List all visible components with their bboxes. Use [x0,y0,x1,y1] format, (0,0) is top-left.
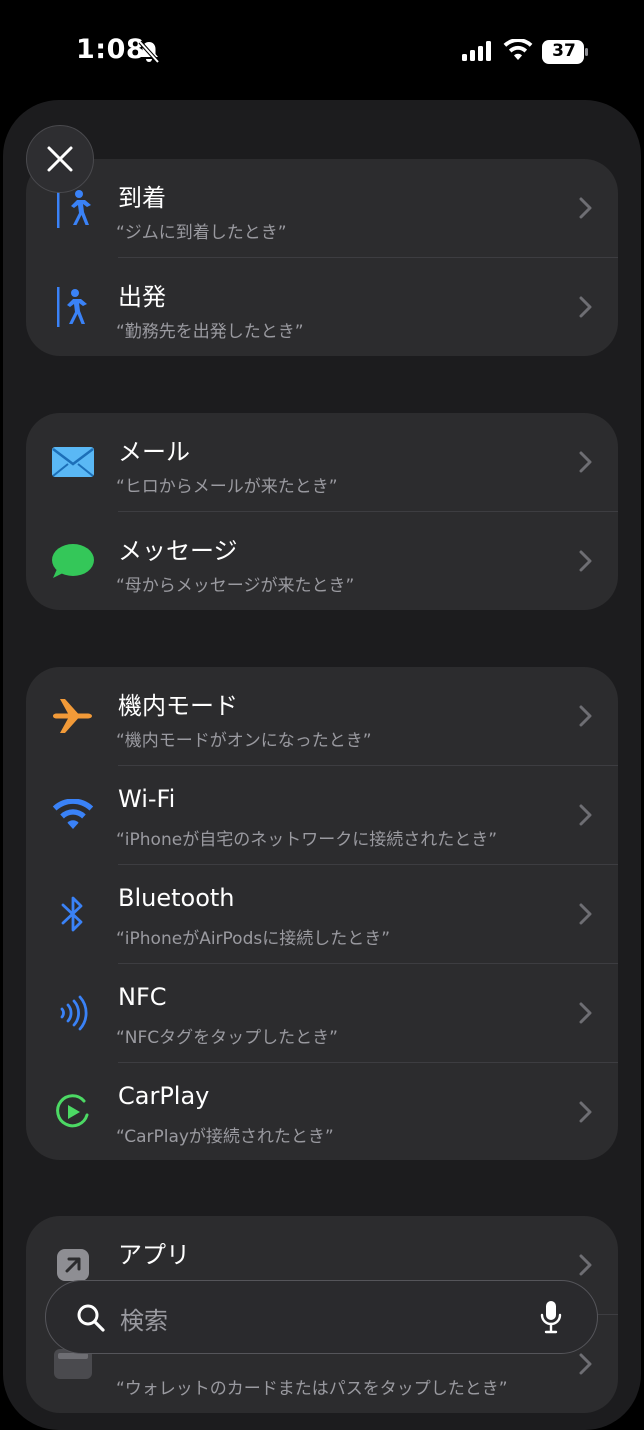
trigger-subtitle: “CarPlayが接続されたとき” [116,1127,334,1147]
carplay-icon [56,1094,89,1128]
close-button[interactable] [26,125,94,193]
close-icon [47,146,73,172]
bell-slash-icon [138,40,160,64]
search-icon [77,1304,105,1332]
trigger-title: CarPlay [118,1082,210,1110]
trigger-subtitle: “ジムに到着したとき” [116,223,287,243]
search-bar[interactable]: 検索 [45,1280,598,1354]
trigger-subtitle: “ヒロからメールが来たとき” [116,477,338,497]
chevron-right-icon [579,1353,592,1375]
trigger-row-mail[interactable]: メール “ヒロからメールが来たとき” [26,413,618,512]
trigger-title: 機内モード [118,692,238,720]
trigger-row-message[interactable]: メッセージ “母からメッセージが来たとき” [26,512,618,610]
trigger-row-arrive[interactable]: 到着 “ジムに到着したとき” [26,159,618,258]
trigger-subtitle: “勤務先を出発したとき” [116,322,304,342]
battery-level: 37 [552,41,576,61]
trigger-title: メール [118,438,190,466]
nfc-icon [60,995,88,1031]
bluetooth-icon [61,896,83,932]
message-icon [52,544,94,578]
chevron-right-icon [579,296,592,318]
chevron-right-icon [579,451,592,473]
trigger-row-bluetooth[interactable]: Bluetooth “iPhoneがAirPodsに接続したとき” [26,865,618,964]
status-bar: 1:08 37 [0,0,644,100]
wifi-icon [52,799,94,829]
trigger-row-carplay[interactable]: CarPlay “CarPlayが接続されたとき” [26,1063,618,1160]
chevron-right-icon [579,705,592,727]
trigger-title: Bluetooth [118,884,235,912]
trigger-row-wifi[interactable]: Wi-Fi “iPhoneが自宅のネットワークに接続されたとき” [26,766,618,865]
trigger-subtitle: “機内モードがオンになったとき” [116,731,372,751]
chevron-right-icon [579,197,592,219]
trigger-subtitle: “NFCタグをタップしたとき” [116,1028,338,1048]
person-departure-icon [57,287,87,327]
chevron-right-icon [579,1101,592,1123]
communication-group: メール “ヒロからメールが来たとき” メッセージ “母からメッセージが来たとき” [26,413,618,610]
search-input[interactable]: 検索 [120,1301,168,1336]
trigger-title: アプリ [118,1241,190,1269]
trigger-subtitle: “iPhoneが自宅のネットワークに接続されたとき” [116,830,497,850]
trigger-row-airplane[interactable]: 機内モード “機内モードがオンになったとき” [26,667,618,766]
trigger-subtitle: “ウォレットのカードまたはパスをタップしたとき” [116,1379,508,1399]
microphone-icon[interactable] [539,1300,563,1334]
wifi-status-icon [503,39,533,60]
chevron-right-icon [579,804,592,826]
connectivity-group: 機内モード “機内モードがオンになったとき” Wi-Fi “iPhoneが自宅の… [26,667,618,1160]
chevron-right-icon [579,1002,592,1024]
trigger-title: 到着 [118,184,166,212]
trigger-title: Wi-Fi [118,785,176,813]
trigger-title: メッセージ [118,537,238,565]
chevron-right-icon [579,903,592,925]
trigger-row-leave[interactable]: 出発 “勤務先を出発したとき” [26,258,618,356]
trigger-subtitle: “母からメッセージが来たとき” [116,576,355,596]
status-time: 1:08 [76,34,146,65]
trigger-title: 出発 [118,283,166,311]
cellular-signal-icon [462,41,491,61]
trigger-row-nfc[interactable]: NFC “NFCタグをタップしたとき” [26,964,618,1063]
trigger-subtitle: “iPhoneがAirPodsに接続したとき” [116,929,391,949]
mail-icon [52,447,94,477]
location-group: 到着 “ジムに到着したとき” 出発 “勤務先を出発したとき” [26,159,618,356]
chevron-right-icon [579,1254,592,1276]
airplane-icon [53,699,92,733]
chevron-right-icon [579,550,592,572]
app-icon [57,1249,89,1281]
trigger-title: NFC [118,983,167,1011]
